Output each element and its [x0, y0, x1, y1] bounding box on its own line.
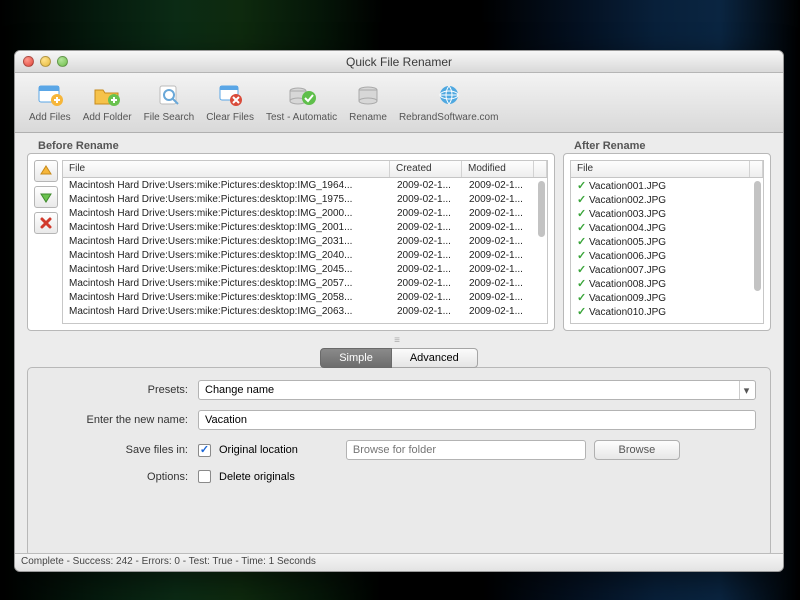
col-file-after[interactable]: File — [571, 161, 750, 177]
after-table[interactable]: File ✓ Vacation001.JPG✓ Vacation002.JPG✓… — [570, 160, 764, 324]
newname-input[interactable] — [198, 410, 756, 430]
test-auto-button[interactable]: Test - Automatic — [260, 78, 343, 125]
presets-value: Change name — [205, 384, 274, 396]
rename-button[interactable]: Rename — [343, 78, 393, 125]
rename-icon — [351, 80, 385, 110]
delete-originals-label: Delete originals — [219, 471, 295, 483]
scrollbar[interactable] — [538, 181, 545, 237]
before-table[interactable]: File Created Modified Macintosh Hard Dri… — [62, 160, 548, 324]
table-row[interactable]: ✓ Vacation009.JPG — [571, 290, 763, 304]
after-title: After Rename — [574, 140, 646, 152]
titlebar[interactable]: Quick File Renamer — [15, 51, 783, 73]
toolbar-label: File Search — [144, 112, 195, 123]
presets-label: Presets: — [42, 384, 198, 396]
table-row[interactable]: ✓ Vacation006.JPG — [571, 248, 763, 262]
table-row[interactable]: ✓ Vacation005.JPG — [571, 234, 763, 248]
toolbar-label: RebrandSoftware.com — [399, 112, 499, 123]
toolbar-label: Clear Files — [206, 112, 254, 123]
add-folder-icon — [90, 80, 124, 110]
options-label: Options: — [42, 471, 198, 483]
remove-button[interactable] — [34, 212, 58, 234]
table-row[interactable]: ✓ Vacation002.JPG — [571, 192, 763, 206]
table-row[interactable]: Macintosh Hard Drive:Users:mike:Pictures… — [63, 248, 547, 262]
add-folder-button[interactable]: Add Folder — [77, 78, 138, 125]
table-row[interactable]: Macintosh Hard Drive:Users:mike:Pictures… — [63, 304, 547, 318]
toolbar-label: Add Folder — [83, 112, 132, 123]
original-location-label: Original location — [219, 444, 298, 456]
add-files-icon — [33, 80, 67, 110]
newname-label: Enter the new name: — [42, 414, 198, 426]
table-row[interactable]: ✓ Vacation003.JPG — [571, 206, 763, 220]
file-search-icon — [152, 80, 186, 110]
table-row[interactable]: Macintosh Hard Drive:Users:mike:Pictures… — [63, 276, 547, 290]
browse-folder-input[interactable] — [346, 440, 586, 460]
toolbar-label: Add Files — [29, 112, 71, 123]
splitter-grip[interactable]: ≡ — [27, 335, 771, 346]
table-row[interactable]: Macintosh Hard Drive:Users:mike:Pictures… — [63, 206, 547, 220]
file-search-button[interactable]: File Search — [138, 78, 201, 125]
delete-originals-checkbox[interactable] — [198, 470, 211, 483]
col-file[interactable]: File — [63, 161, 390, 177]
original-location-checkbox[interactable] — [198, 444, 211, 457]
scrollbar[interactable] — [754, 181, 761, 291]
add-files-button[interactable]: Add Files — [23, 78, 77, 125]
presets-select[interactable]: Change name ▾ — [198, 380, 756, 400]
tab-advanced[interactable]: Advanced — [392, 348, 478, 368]
test-auto-icon — [285, 80, 319, 110]
table-row[interactable]: ✓ Vacation007.JPG — [571, 262, 763, 276]
window-title: Quick File Renamer — [15, 55, 783, 69]
browse-button[interactable]: Browse — [594, 440, 680, 460]
table-row[interactable]: ✓ Vacation010.JPG — [571, 304, 763, 318]
toolbar-label: Test - Automatic — [266, 112, 337, 123]
table-row[interactable]: Macintosh Hard Drive:Users:mike:Pictures… — [63, 234, 547, 248]
rebrand-button[interactable]: RebrandSoftware.com — [393, 78, 505, 125]
table-row[interactable]: ✓ Vacation004.JPG — [571, 220, 763, 234]
toolbar: Add Files Add Folder File Search Clear File… — [15, 73, 783, 133]
move-up-button[interactable] — [34, 160, 58, 182]
status-bar: Complete - Success: 242 - Errors: 0 - Te… — [15, 553, 783, 571]
tab-simple[interactable]: Simple — [320, 348, 392, 368]
table-row[interactable]: Macintosh Hard Drive:Users:mike:Pictures… — [63, 192, 547, 206]
col-created[interactable]: Created — [390, 161, 462, 177]
app-window: Quick File Renamer Add Files Add Folder Fi… — [14, 50, 784, 572]
before-title: Before Rename — [38, 140, 119, 152]
rebrand-icon — [432, 80, 466, 110]
table-row[interactable]: Macintosh Hard Drive:Users:mike:Pictures… — [63, 220, 547, 234]
chevron-down-icon: ▾ — [739, 381, 753, 399]
table-row[interactable]: Macintosh Hard Drive:Users:mike:Pictures… — [63, 290, 547, 304]
before-pane: Before Rename File Created Modified — [27, 153, 555, 331]
table-row[interactable]: ✓ Vacation008.JPG — [571, 276, 763, 290]
col-modified[interactable]: Modified — [462, 161, 534, 177]
table-row[interactable]: Macintosh Hard Drive:Users:mike:Pictures… — [63, 262, 547, 276]
move-down-button[interactable] — [34, 186, 58, 208]
toolbar-label: Rename — [349, 112, 387, 123]
savein-label: Save files in: — [42, 444, 198, 456]
form-panel: Presets: Change name ▾ Enter the new nam… — [27, 367, 771, 557]
clear-files-icon — [213, 80, 247, 110]
table-row[interactable]: Macintosh Hard Drive:Users:mike:Pictures… — [63, 178, 547, 192]
table-row[interactable]: ✓ Vacation001.JPG — [571, 178, 763, 192]
clear-files-button[interactable]: Clear Files — [200, 78, 260, 125]
after-pane: After Rename File ✓ Vacation001.JPG✓ Vac… — [563, 153, 771, 331]
